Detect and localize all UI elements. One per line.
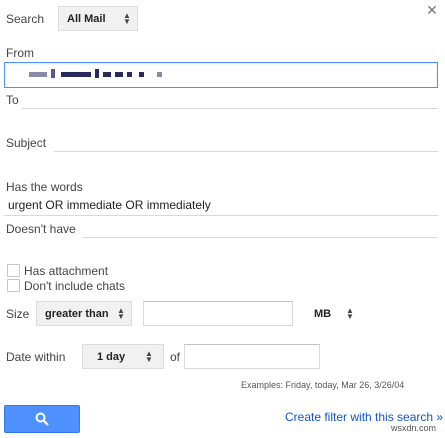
- create-filter-link[interactable]: Create filter with this search »: [285, 410, 443, 424]
- dont-include-chats-label: Don't include chats: [24, 279, 126, 293]
- size-value-input[interactable]: [143, 301, 293, 326]
- date-input[interactable]: [184, 344, 320, 369]
- size-unit-value: MB: [314, 307, 332, 320]
- doesnt-have-input[interactable]: [82, 237, 438, 238]
- size-unit-select[interactable]: MB ▲ ▼: [300, 301, 360, 326]
- from-input[interactable]: [4, 62, 438, 88]
- search-scope-select[interactable]: All Mail ▲ ▼: [58, 6, 138, 31]
- from-label: From: [6, 46, 34, 60]
- to-label: To: [6, 93, 19, 107]
- select-arrows-icon: ▲ ▼: [117, 305, 125, 321]
- of-label: of: [170, 350, 181, 364]
- date-examples-text: Examples: Friday, today, Mar 26, 3/26/04: [241, 380, 405, 390]
- search-scope-value: All Mail: [67, 12, 106, 25]
- select-arrows-icon: ▲ ▼: [145, 348, 153, 364]
- watermark-text: wsxdn.com: [391, 423, 437, 433]
- search-label: Search: [6, 12, 45, 26]
- date-range-value: 1 day: [97, 350, 126, 363]
- has-attachment-checkbox[interactable]: [7, 264, 20, 277]
- to-input[interactable]: [22, 108, 438, 109]
- size-comparator-select[interactable]: greater than ▲ ▼: [36, 301, 132, 326]
- close-icon[interactable]: ✕: [425, 3, 439, 17]
- subject-label: Subject: [6, 136, 47, 150]
- size-label: Size: [6, 307, 30, 321]
- has-words-input[interactable]: urgent OR immediate OR immediately: [4, 194, 438, 216]
- date-range-select[interactable]: 1 day ▲ ▼: [82, 344, 164, 369]
- select-arrows-icon: ▲ ▼: [123, 10, 131, 26]
- size-comparator-value: greater than: [45, 307, 109, 320]
- has-attachment-label: Has attachment: [24, 264, 109, 278]
- has-words-label: Has the words: [6, 180, 83, 194]
- select-arrows-icon: ▲ ▼: [346, 305, 354, 321]
- search-icon: [35, 412, 49, 426]
- dont-include-chats-checkbox[interactable]: [7, 279, 20, 292]
- has-words-value: urgent OR immediate OR immediately: [8, 197, 211, 212]
- doesnt-have-label: Doesn't have: [6, 222, 76, 236]
- subject-input[interactable]: [54, 151, 438, 152]
- date-within-label: Date within: [6, 350, 66, 364]
- search-button[interactable]: [4, 405, 80, 433]
